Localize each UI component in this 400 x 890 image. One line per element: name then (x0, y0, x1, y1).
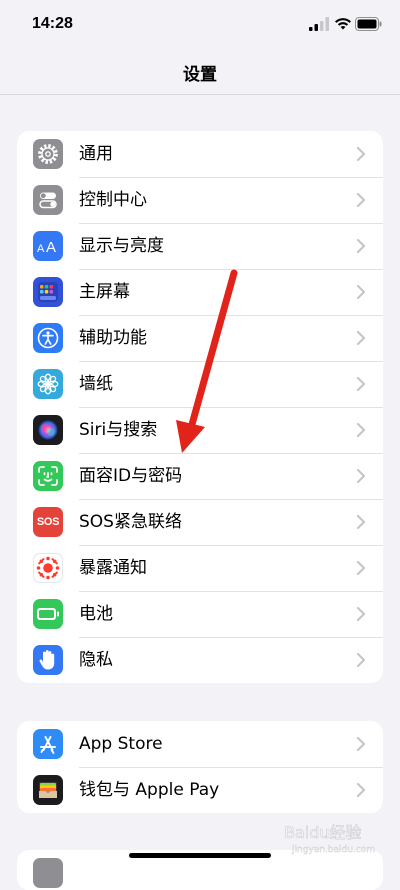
row-label: 暴露通知 (79, 558, 147, 578)
settings-row-privacy[interactable]: 隐私 (17, 637, 383, 683)
row-label: 显示与亮度 (79, 236, 164, 256)
settings-row-accessibility[interactable]: 辅助功能 (17, 315, 383, 361)
gear-icon (33, 139, 63, 169)
text-size-icon: A A (33, 231, 63, 261)
accessibility-icon (33, 323, 63, 353)
chevron-right-icon (357, 561, 365, 575)
app-store-icon (33, 729, 63, 759)
chevron-right-icon (357, 193, 365, 207)
exposure-icon (33, 553, 63, 583)
row-label: Siri与搜索 (79, 420, 158, 440)
settings-row-wallpaper[interactable]: 墙纸 (17, 361, 383, 407)
svg-text:jingyan.baidu.com: jingyan.baidu.com (291, 845, 375, 855)
row-label: 主屏幕 (79, 282, 130, 302)
svg-text:A: A (46, 239, 56, 255)
chevron-right-icon (357, 331, 365, 345)
row-label: 控制中心 (79, 190, 147, 210)
row-label: SOS紧急联络 (79, 512, 182, 532)
row-label: 辅助功能 (79, 328, 147, 348)
cellular-signal-icon (309, 17, 329, 31)
chevron-right-icon (357, 737, 365, 751)
chevron-right-icon (357, 377, 365, 391)
chevron-right-icon (357, 783, 365, 797)
settings-row-siri-search[interactable]: Siri与搜索 (17, 407, 383, 453)
flower-icon (33, 369, 63, 399)
sos-icon-text: SOS (36, 516, 60, 528)
settings-row-home-screen[interactable]: 主屏幕 (17, 269, 383, 315)
page-title: 设置 (183, 65, 217, 85)
svg-text:Baidu经验: Baidu经验 (284, 823, 362, 842)
home-indicator[interactable] (129, 853, 271, 858)
nav-divider (0, 94, 400, 95)
chevron-right-icon (357, 239, 365, 253)
settings-row-wallet-apple-pay[interactable]: 钱包与 Apple Pay (17, 767, 383, 813)
row-label: 面容ID与密码 (79, 466, 183, 486)
settings-row-control-center[interactable]: 控制中心 (17, 177, 383, 223)
baidu-jingyan-watermark: Baidu经验 jingyan.baidu.com (284, 823, 376, 856)
chevron-right-icon (357, 423, 365, 437)
row-label: 通用 (79, 144, 113, 164)
settings-row-face-id-passcode[interactable]: 面容ID与密码 (17, 453, 383, 499)
battery-status-icon (355, 17, 382, 31)
row-label: 隐私 (79, 650, 113, 670)
chevron-right-icon (357, 147, 365, 161)
battery-icon (33, 599, 63, 629)
chevron-right-icon (357, 515, 365, 529)
face-id-icon (33, 461, 63, 491)
settings-row-battery[interactable]: 电池 (17, 591, 383, 637)
wifi-icon (335, 18, 351, 30)
chevron-right-icon (357, 469, 365, 483)
settings-group-main: 通用 控制中心 A A 显示与亮度 主屏幕 辅助功能 墙纸 Siri与搜索 面容… (17, 131, 383, 683)
hand-icon (33, 645, 63, 675)
partial-app-icon (33, 858, 63, 888)
home-grid-icon (33, 277, 63, 307)
settings-row-emergency-sos[interactable]: SOS SOS紧急联络 (17, 499, 383, 545)
chevron-right-icon (357, 607, 365, 621)
row-label: App Store (79, 734, 163, 754)
toggles-icon (33, 185, 63, 215)
row-label: 墙纸 (79, 374, 113, 394)
settings-row-app-store[interactable]: App Store (17, 721, 383, 767)
siri-icon (33, 415, 63, 445)
svg-text:A: A (37, 243, 45, 255)
status-time: 14:28 (32, 15, 73, 32)
settings-row-exposure-notifications[interactable]: 暴露通知 (17, 545, 383, 591)
chevron-right-icon (357, 285, 365, 299)
row-label: 电池 (79, 604, 113, 624)
row-label: 钱包与 Apple Pay (79, 780, 220, 800)
chevron-right-icon (357, 653, 365, 667)
settings-group-store: App Store 钱包与 Apple Pay (17, 721, 383, 813)
sos-icon: SOS (33, 507, 63, 537)
status-bar: 14:28 (0, 0, 400, 50)
settings-row-general[interactable]: 通用 (17, 131, 383, 177)
settings-row-display-brightness[interactable]: A A 显示与亮度 (17, 223, 383, 269)
wallet-icon (33, 775, 63, 805)
